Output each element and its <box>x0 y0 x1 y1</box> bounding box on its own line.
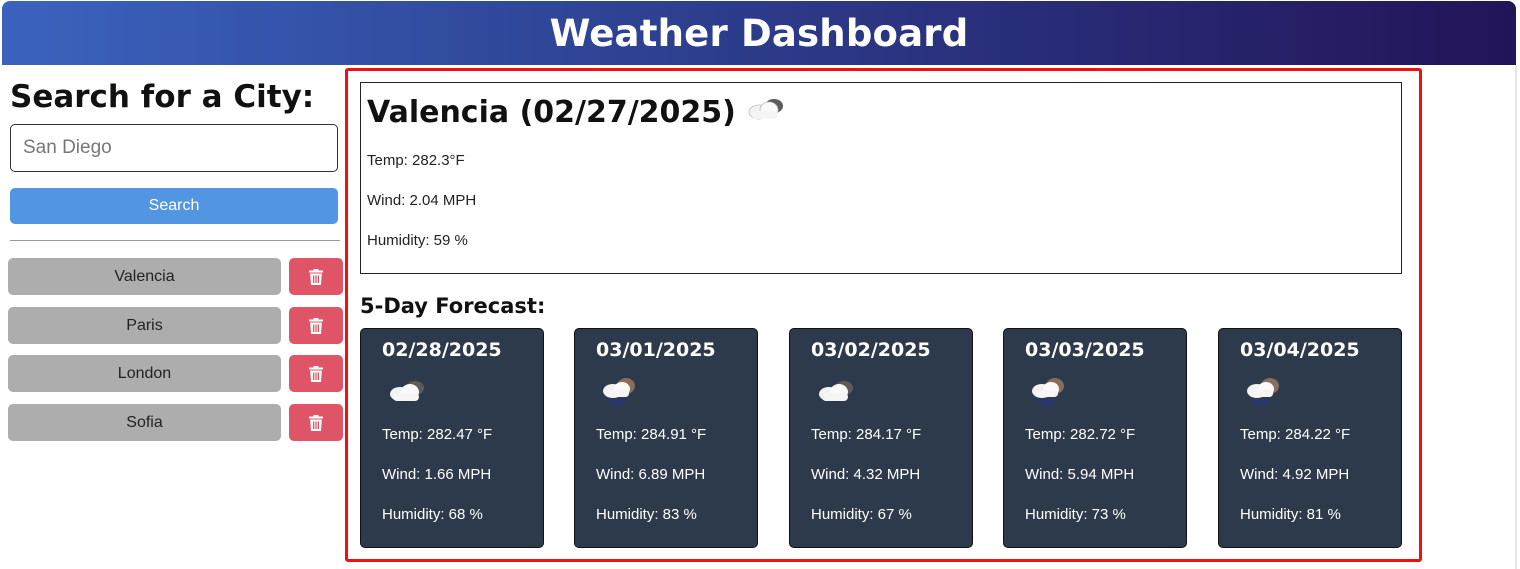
cloud-icon <box>385 375 429 410</box>
forecast-heading: 5-Day Forecast: <box>360 294 546 318</box>
forecast-wind: Wind: 4.92 MPH <box>1240 466 1350 483</box>
forecast-humidity: Humidity: 73 % <box>1025 506 1126 523</box>
page-title: Weather Dashboard <box>549 11 969 55</box>
forecast-card: 03/04/2025 Temp: 284.22 °F Wind: 4.92 MP… <box>1218 328 1402 548</box>
delete-city-button[interactable] <box>289 355 343 392</box>
page-edge <box>1515 65 1517 569</box>
forecast-humidity: Humidity: 67 % <box>811 506 912 523</box>
city-search-input[interactable] <box>10 124 338 172</box>
rain-cloud-icon <box>1028 375 1072 412</box>
app-header: Weather Dashboard <box>2 1 1516 65</box>
history-city-button[interactable]: London <box>8 355 281 392</box>
cloud-icon <box>744 93 788 131</box>
sidebar: Search for a City: Search Valencia Paris <box>0 66 346 569</box>
history-item: London <box>8 355 344 392</box>
forecast-wind: Wind: 1.66 MPH <box>382 466 492 483</box>
forecast-card: 03/02/2025 Temp: 284.17 °F Wind: 4.32 MP… <box>789 328 973 548</box>
history-item: Valencia <box>8 258 344 295</box>
forecast-wind: Wind: 5.94 MPH <box>1025 466 1135 483</box>
rain-cloud-icon <box>599 375 643 412</box>
forecast-wind: Wind: 6.89 MPH <box>596 466 706 483</box>
current-weather-title: Valencia (02/27/2025) <box>367 93 788 131</box>
forecast-date: 03/04/2025 <box>1240 339 1360 361</box>
current-temp: Temp: 282.3°F <box>367 152 465 169</box>
history-item: Sofia <box>8 404 344 441</box>
forecast-date: 03/03/2025 <box>1025 339 1145 361</box>
forecast-temp: Temp: 284.91 °F <box>596 426 707 443</box>
history-city-button[interactable]: Sofia <box>8 404 281 441</box>
trash-icon <box>309 317 323 334</box>
forecast-temp: Temp: 282.72 °F <box>1025 426 1136 443</box>
search-heading: Search for a City: <box>10 79 315 115</box>
divider <box>10 240 340 241</box>
forecast-card: 02/28/2025 Temp: 282.47 °F Wind: 1.66 MP… <box>360 328 544 548</box>
delete-city-button[interactable] <box>289 307 343 344</box>
forecast-date: 02/28/2025 <box>382 339 502 361</box>
forecast-card: 03/01/2025 Temp: 284.91 °F Wind: 6.89 MP… <box>574 328 758 548</box>
forecast-card: 03/03/2025 Temp: 282.72 °F Wind: 5.94 MP… <box>1003 328 1187 548</box>
delete-city-button[interactable] <box>289 258 343 295</box>
history-city-button[interactable]: Paris <box>8 307 281 344</box>
history-city-button[interactable]: Valencia <box>8 258 281 295</box>
trash-icon <box>309 268 323 285</box>
forecast-wind: Wind: 4.32 MPH <box>811 466 921 483</box>
forecast-temp: Temp: 284.22 °F <box>1240 426 1351 443</box>
forecast-humidity: Humidity: 68 % <box>382 506 483 523</box>
forecast-humidity: Humidity: 83 % <box>596 506 697 523</box>
forecast-temp: Temp: 282.47 °F <box>382 426 493 443</box>
current-weather-card: Valencia (02/27/2025) Temp: 282.3°F Wind… <box>360 82 1402 274</box>
forecast-date: 03/02/2025 <box>811 339 931 361</box>
trash-icon <box>309 365 323 382</box>
forecast-temp: Temp: 284.17 °F <box>811 426 922 443</box>
current-city-date: Valencia (02/27/2025) <box>367 94 736 130</box>
forecast-humidity: Humidity: 81 % <box>1240 506 1341 523</box>
history-item: Paris <box>8 307 344 344</box>
forecast-date: 03/01/2025 <box>596 339 716 361</box>
trash-icon <box>309 414 323 431</box>
cloud-icon <box>814 375 858 410</box>
search-button[interactable]: Search <box>10 188 338 224</box>
current-humidity: Humidity: 59 % <box>367 232 468 249</box>
delete-city-button[interactable] <box>289 404 343 441</box>
rain-cloud-icon <box>1243 375 1287 412</box>
current-wind: Wind: 2.04 MPH <box>367 192 477 209</box>
